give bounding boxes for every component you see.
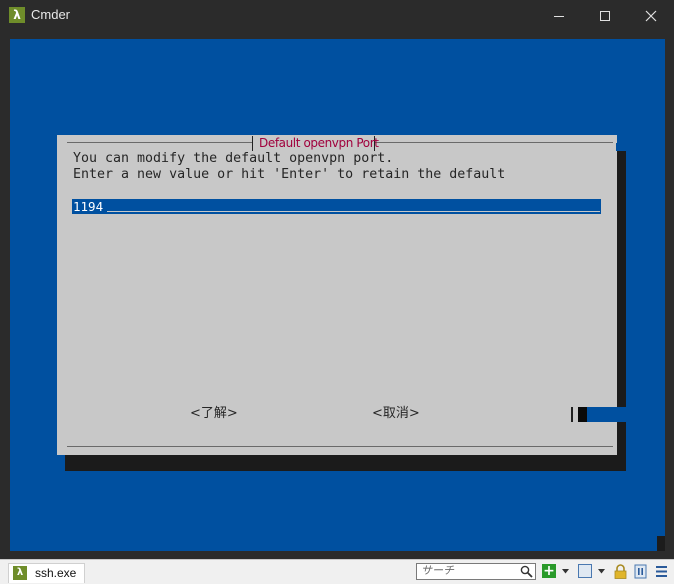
cancel-button[interactable]: <取消> — [372, 405, 420, 423]
split-icon[interactable] — [578, 564, 592, 578]
maximize-icon — [600, 11, 610, 21]
minimize-button[interactable] — [536, 0, 582, 31]
window-title: Cmder — [31, 7, 71, 22]
maximize-button[interactable] — [582, 0, 628, 31]
close-icon — [645, 10, 657, 22]
focus-strip — [587, 407, 626, 422]
pause-icon[interactable] — [634, 564, 647, 579]
lock-icon[interactable] — [614, 564, 627, 579]
console-scrollbar-thumb[interactable] — [657, 39, 665, 536]
tab-label[interactable]: ssh.exe — [35, 566, 76, 580]
caret-bar — [571, 407, 573, 422]
dialog-border-bottom — [67, 446, 613, 447]
port-input-value[interactable]: 1194 — [73, 199, 103, 214]
add-console-icon[interactable]: + — [542, 564, 556, 578]
menu-icon[interactable] — [655, 564, 668, 579]
dialog-shadow-right — [616, 151, 626, 471]
ok-button[interactable]: <了解> — [190, 405, 238, 423]
dialog-box — [57, 135, 617, 455]
dialog-edge-mark — [616, 143, 626, 151]
search-icon[interactable] — [520, 565, 533, 578]
dialog-prompt-line-1: You can modify the default openvpn port. — [73, 151, 394, 166]
dialog-prompt-line-2: Enter a new value or hit 'Enter' to reta… — [73, 167, 506, 182]
minimize-icon — [554, 16, 564, 17]
dialog-shadow-bottom — [65, 455, 626, 471]
status-bar — [0, 559, 674, 584]
chevron-down-icon[interactable] — [562, 569, 569, 574]
search-placeholder: サーチ — [421, 565, 454, 577]
close-button[interactable] — [628, 0, 674, 31]
dialog-title: Default openvpn Port — [259, 136, 379, 150]
cmder-lambda-icon: λ — [9, 7, 25, 23]
tab-lambda-icon: λ — [13, 566, 27, 580]
chevron-down-icon[interactable] — [598, 569, 605, 574]
terminal-cursor — [578, 407, 587, 422]
input-underline — [107, 211, 600, 212]
